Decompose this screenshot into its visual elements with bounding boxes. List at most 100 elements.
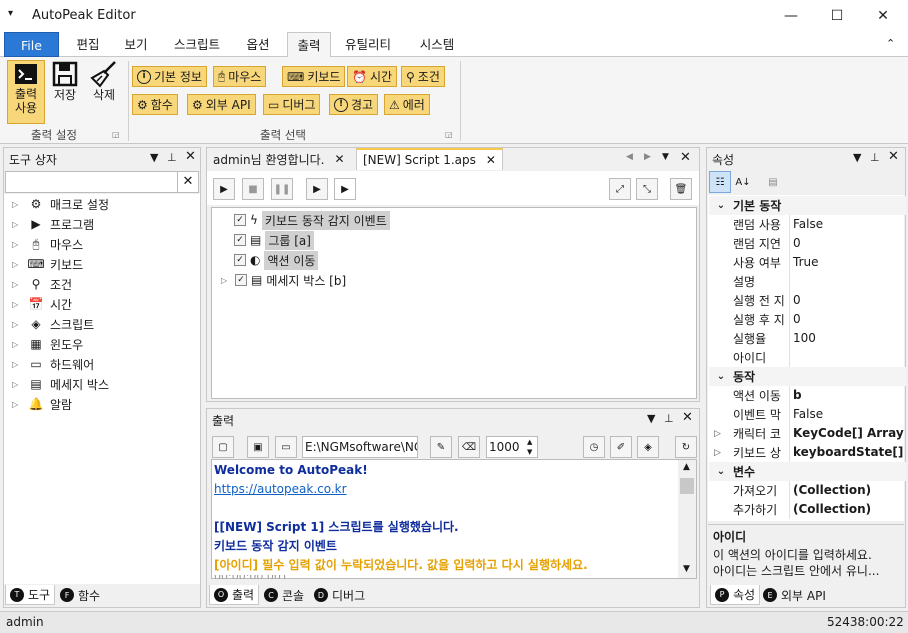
property-row[interactable]: 랜덤 지연 0 — [709, 234, 906, 253]
toolbox-item[interactable]: ▷ ⚙ 매크로 설정 — [12, 194, 109, 214]
dialog-launcher-icon[interactable]: ◲ — [112, 130, 120, 139]
clear-search-button[interactable]: ✕ — [177, 171, 199, 193]
timestamp-button[interactable]: ◷ — [583, 436, 605, 458]
property-row[interactable]: 액션 이동 b — [709, 386, 906, 405]
property-value[interactable]: 0 — [789, 291, 906, 310]
property-value[interactable]: 100 — [789, 329, 906, 348]
property-row[interactable]: 가져오기 (Collection) — [709, 481, 906, 500]
close-tab-icon[interactable]: ✕ — [334, 152, 344, 166]
toolbox-item[interactable]: ▷ ▤ 메세지 박스 — [12, 374, 109, 394]
pin-icon[interactable]: ⊥ — [167, 151, 177, 164]
brush-button[interactable]: ✐ — [610, 436, 632, 458]
toolbox-item[interactable]: ▷ ▦ 윈도우 — [12, 334, 83, 354]
checkbox[interactable]: ✓ — [234, 254, 246, 266]
tab-properties[interactable]: P 속성 — [710, 585, 761, 605]
stop-button[interactable]: ■ — [242, 178, 264, 200]
expand-icon[interactable]: ▷ — [12, 320, 22, 329]
toolbox-item[interactable]: ▷ ⚲ 조건 — [12, 274, 72, 294]
pause-button[interactable]: ❚❚ — [271, 178, 293, 200]
system-menu-icon[interactable]: ▾ — [8, 8, 13, 19]
property-value[interactable]: keyboardState[] Ar — [789, 443, 906, 462]
property-row[interactable]: 랜덤 사용 False — [709, 215, 906, 234]
property-row[interactable]: 아이디 — [709, 348, 906, 367]
checkbox[interactable]: ✓ — [235, 274, 247, 286]
close-button[interactable]: ✕ — [860, 0, 906, 32]
checkbox[interactable]: ✓ — [234, 214, 246, 226]
new-file-button[interactable]: ▢ — [212, 436, 234, 458]
dialog-launcher-icon[interactable]: ◲ — [445, 130, 453, 139]
property-value[interactable]: (Collection) — [789, 500, 906, 519]
run-next-button[interactable]: ▶ — [334, 178, 356, 200]
expand-icon[interactable]: ▷ — [12, 220, 22, 229]
btn-error[interactable]: ⚠ 에러 — [384, 94, 430, 115]
menu-option[interactable]: 옵션 — [236, 32, 280, 57]
fill-color-button[interactable]: ◈ — [637, 436, 659, 458]
scroll-down-icon[interactable]: ▼ — [683, 564, 690, 574]
clean-button[interactable]: ✎ — [430, 436, 452, 458]
expand-icon[interactable]: ▷ — [12, 340, 22, 349]
expand-icon[interactable]: ▷ — [714, 429, 721, 439]
property-row[interactable]: ▷ 캐릭터 코 KeyCode[] Array — [709, 424, 906, 443]
collapse-icon[interactable]: ⌄ — [709, 466, 733, 477]
property-pages-button[interactable]: ▤ — [762, 171, 784, 193]
collapse-icon[interactable]: ⌄ — [709, 200, 733, 211]
property-value[interactable] — [789, 348, 906, 367]
script-row-group[interactable]: ✓ ▤ 그룹 [a] — [234, 230, 314, 250]
property-row[interactable]: 사용 여부 True — [709, 253, 906, 272]
refresh-button[interactable]: ↻ — [675, 436, 697, 458]
delete-button[interactable]: 삭제 — [86, 60, 122, 124]
expand-icon[interactable]: ▷ — [12, 380, 22, 389]
tab-functions[interactable]: F 함수 — [56, 585, 104, 605]
toolbox-item[interactable]: ▷ ⌨ 키보드 — [12, 254, 83, 274]
expand-icon[interactable]: ▷ — [12, 360, 22, 369]
property-category[interactable]: ⌄ 동작 — [709, 367, 906, 386]
sort-alpha-button[interactable]: A↓ — [732, 171, 754, 193]
collapse-ribbon-icon[interactable]: ⌃ — [886, 37, 895, 50]
property-row[interactable]: 설명 — [709, 272, 906, 291]
pin-icon[interactable]: ⊥ — [664, 412, 674, 425]
toolbox-search-input[interactable] — [5, 171, 199, 193]
collapse-icon[interactable]: ⌄ — [709, 371, 733, 382]
save-log-button[interactable]: ▣ — [247, 436, 269, 458]
btn-function[interactable]: ⚙ 함수 — [132, 94, 178, 115]
categorized-button[interactable]: ☷ — [709, 171, 731, 193]
output-use-button[interactable]: 출력 사용 — [7, 60, 45, 124]
property-value[interactable]: True — [789, 253, 906, 272]
btn-debug[interactable]: ▭ 디버그 — [263, 94, 321, 115]
property-row[interactable]: 실행율 100 — [709, 329, 906, 348]
btn-time[interactable]: ⏰ 시간 — [347, 66, 398, 87]
tab-tools[interactable]: T 도구 — [5, 585, 56, 605]
dropdown-icon[interactable]: ▼ — [150, 151, 158, 164]
scroll-thumb[interactable] — [680, 478, 694, 494]
log-link[interactable]: https://autopeak.co.kr — [214, 480, 347, 499]
btn-external-api[interactable]: ⚙ 외부 API — [187, 94, 256, 115]
stepper-arrows-icon[interactable]: ▲ ▼ — [527, 437, 532, 457]
menu-output[interactable]: 출력 — [287, 32, 331, 58]
dropdown-icon[interactable]: ▼ — [647, 412, 655, 425]
property-value[interactable]: 0 — [789, 234, 906, 253]
property-value[interactable] — [789, 272, 906, 291]
btn-mouse[interactable]: 🖰 마우스 — [213, 66, 267, 87]
menu-system[interactable]: 시스템 — [408, 32, 466, 57]
expand-icon[interactable]: ▷ — [12, 240, 22, 249]
expand-icon[interactable]: ▷ — [12, 300, 22, 309]
close-icon[interactable]: ✕ — [682, 410, 693, 425]
tab-console[interactable]: C 콘솔 — [260, 585, 308, 605]
property-row[interactable]: 실행 전 지 0 — [709, 291, 906, 310]
expand-icon[interactable]: ▷ — [714, 448, 721, 458]
script-row-messagebox[interactable]: ▷ ✓ ▤ 메세지 박스 [b] — [221, 270, 346, 290]
btn-condition[interactable]: ⚲ 조건 — [401, 66, 445, 87]
property-row[interactable]: 추가하기 (Collection) — [709, 500, 906, 519]
log-path-input[interactable]: E:\NGMsoftware\NG — [302, 436, 418, 458]
toolbox-item[interactable]: ▷ ▭ 하드웨어 — [12, 354, 94, 374]
property-value[interactable]: KeyCode[] Array — [789, 424, 906, 443]
btn-warning[interactable]: ! 경고 — [329, 94, 379, 115]
save-button[interactable]: 저장 — [48, 60, 82, 124]
toolbox-item[interactable]: ▷ ◈ 스크립트 — [12, 314, 94, 334]
collapse-all-button[interactable]: ⤡ — [636, 178, 658, 200]
expand-icon[interactable]: ▷ — [12, 200, 22, 209]
menu-edit[interactable]: 편집 — [66, 32, 110, 57]
close-icon[interactable]: ✕ — [680, 150, 691, 165]
property-value[interactable]: False — [789, 215, 906, 234]
dropdown-icon[interactable]: ▼ — [853, 151, 861, 164]
